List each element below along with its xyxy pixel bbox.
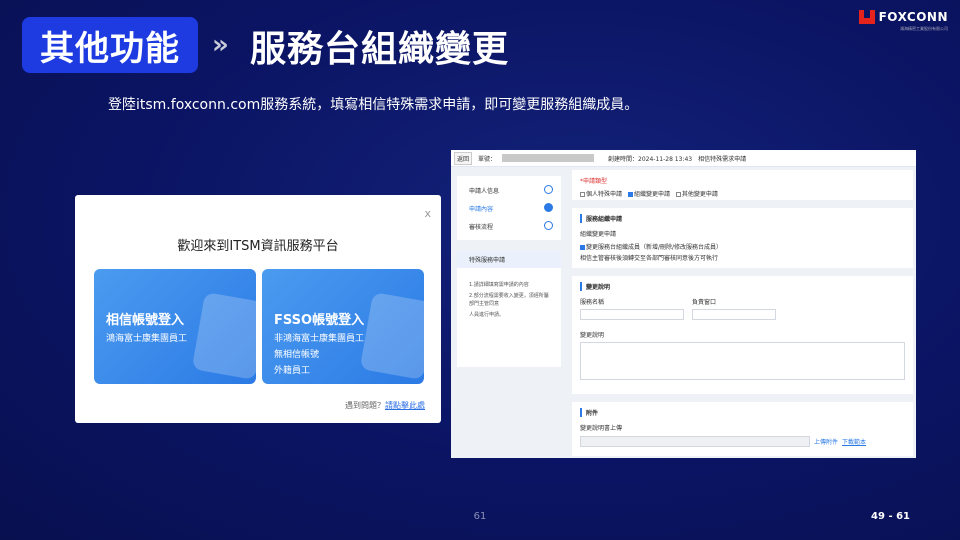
download-template-link[interactable]: 下載範本 (842, 437, 866, 446)
field-label: 服務名稱 (580, 299, 605, 306)
help-link[interactable]: 請點擊此處 (385, 401, 425, 410)
chevron-icon: » (212, 30, 229, 60)
option-label: 變更服務台組織成員（新增/刪除/修改服務台成員） (586, 244, 723, 251)
request-form: 返回 單號： 創建時間：2024-11-28 13:43 相信特殊需求申請 申請… (451, 150, 916, 458)
checkbox-label: 個人特殊申請 (586, 191, 623, 198)
side-line: 1.請詳細填寫需申請的內容 (469, 282, 529, 288)
created-time: 創建時間：2024-11-28 13:43 (608, 155, 693, 163)
login-card-fsso[interactable]: FSSO帳號登入 非鴻海富士康集團員工 無相信帳號 外籍員工 (262, 269, 424, 384)
field-label: 變更說明書上傳 (580, 425, 623, 432)
field-label: 變更說明 (580, 332, 605, 339)
card-line: 無相信帳號 (274, 350, 320, 360)
card-line: 鴻海富士康集團員工 (106, 334, 188, 344)
dialog-title: 歡迎來到ITSM資訊服務平台 (177, 239, 339, 254)
logo-text: FOXCONN (878, 10, 948, 24)
step-circle-icon (544, 185, 553, 194)
logo-subtext: 鴻海精密工業股份有限公司 (900, 26, 948, 31)
page-title: 服務台組織變更 (250, 29, 510, 70)
step-item[interactable]: 審核流程 (469, 222, 493, 231)
checkbox-label: 組織變更申請 (633, 191, 670, 198)
change-description-textarea[interactable] (580, 342, 905, 380)
checkbox-label: 其他變更申請 (681, 191, 718, 198)
user-card-icon (359, 292, 424, 380)
card-line: 外籍員工 (274, 366, 311, 376)
section-tag: 其他功能 (22, 17, 198, 73)
card-line: 非鴻海富士康集團員工 (274, 334, 365, 344)
foxconn-logo: FOXCONN 鴻海精密工業股份有限公司 (858, 10, 948, 31)
section-title: 附件 (580, 408, 905, 417)
upload-button[interactable]: 上傳附件 (814, 437, 838, 446)
card-title: 相信帳號登入 (106, 313, 185, 328)
owner-input[interactable] (692, 309, 776, 320)
step-item[interactable]: 申請內容 (469, 204, 493, 213)
side-line: 人員進行申請。 (469, 312, 505, 318)
help-text: 遇到問題？請點擊此處 (345, 401, 425, 410)
close-icon[interactable]: x (424, 207, 431, 220)
request-type-section: *申請類型 個人特殊申請 組織變更申請 其他變更申請 (572, 170, 913, 200)
ticket-label: 單號： (478, 155, 497, 163)
card-title: FSSO帳號登入 (274, 313, 365, 328)
checkbox-checked[interactable] (580, 245, 585, 250)
description: 登陸itsm.foxconn.com服務系統，填寫相信特殊需求申請，即可變更服務… (108, 97, 639, 113)
step-item[interactable]: 申請人信息 (469, 186, 499, 195)
request-type-label: *申請類型 (580, 178, 608, 185)
checkbox[interactable] (580, 192, 585, 197)
page-number: 61 (473, 511, 487, 522)
service-name-input[interactable] (580, 309, 684, 320)
form-topbar: 返回 單號： 創建時間：2024-11-28 13:43 相信特殊需求申請 (451, 150, 916, 167)
side-line: 2.部分流程需要收入變更，須經所屬部門主管同意 (469, 293, 549, 307)
attachment-input[interactable] (580, 436, 810, 447)
request-type: 相信特殊需求申請 (698, 155, 747, 163)
logo-mark-icon (858, 10, 875, 24)
step-circle-icon (544, 221, 553, 230)
checkbox-checked[interactable] (627, 192, 633, 197)
change-section: 變更說明 服務名稱 負責窗口 變更說明 (572, 276, 913, 394)
redacted-field (502, 154, 595, 162)
side-title: 特殊服務申請 (457, 251, 561, 268)
step-list: 申請人信息 申請內容 審核流程 (457, 176, 561, 240)
checkbox[interactable] (675, 192, 681, 197)
login-card-xiangxin[interactable]: 相信帳號登入 鴻海富士康集團員工 (94, 269, 256, 384)
side-panel: 特殊服務申請 1.請詳細填寫需申請的內容 2.部分流程需要收入變更，須經所屬部門… (457, 251, 561, 367)
login-dialog: x 歡迎來到ITSM資訊服務平台 相信帳號登入 鴻海富士康集團員工 FSSO帳號… (75, 195, 441, 423)
page-range: 49 - 61 (871, 511, 910, 522)
attachment-section: 附件 變更說明書上傳 上傳附件 下載範本 (572, 402, 913, 456)
option-note: 相信主管審核後須轉交至各部門審核同意後方可執行 (580, 255, 719, 262)
document-icon (191, 292, 256, 380)
service-section: 服務組織申請 組織變更申請 變更服務台組織成員（新增/刪除/修改服務台成員） 相… (572, 208, 913, 268)
back-button[interactable]: 返回 (454, 151, 473, 165)
check-circle-icon (544, 203, 553, 212)
section-title: 變更說明 (580, 282, 905, 291)
field-label: 負責窗口 (692, 299, 717, 306)
section-subtitle: 組織變更申請 (580, 231, 617, 238)
section-title: 服務組織申請 (580, 214, 905, 223)
